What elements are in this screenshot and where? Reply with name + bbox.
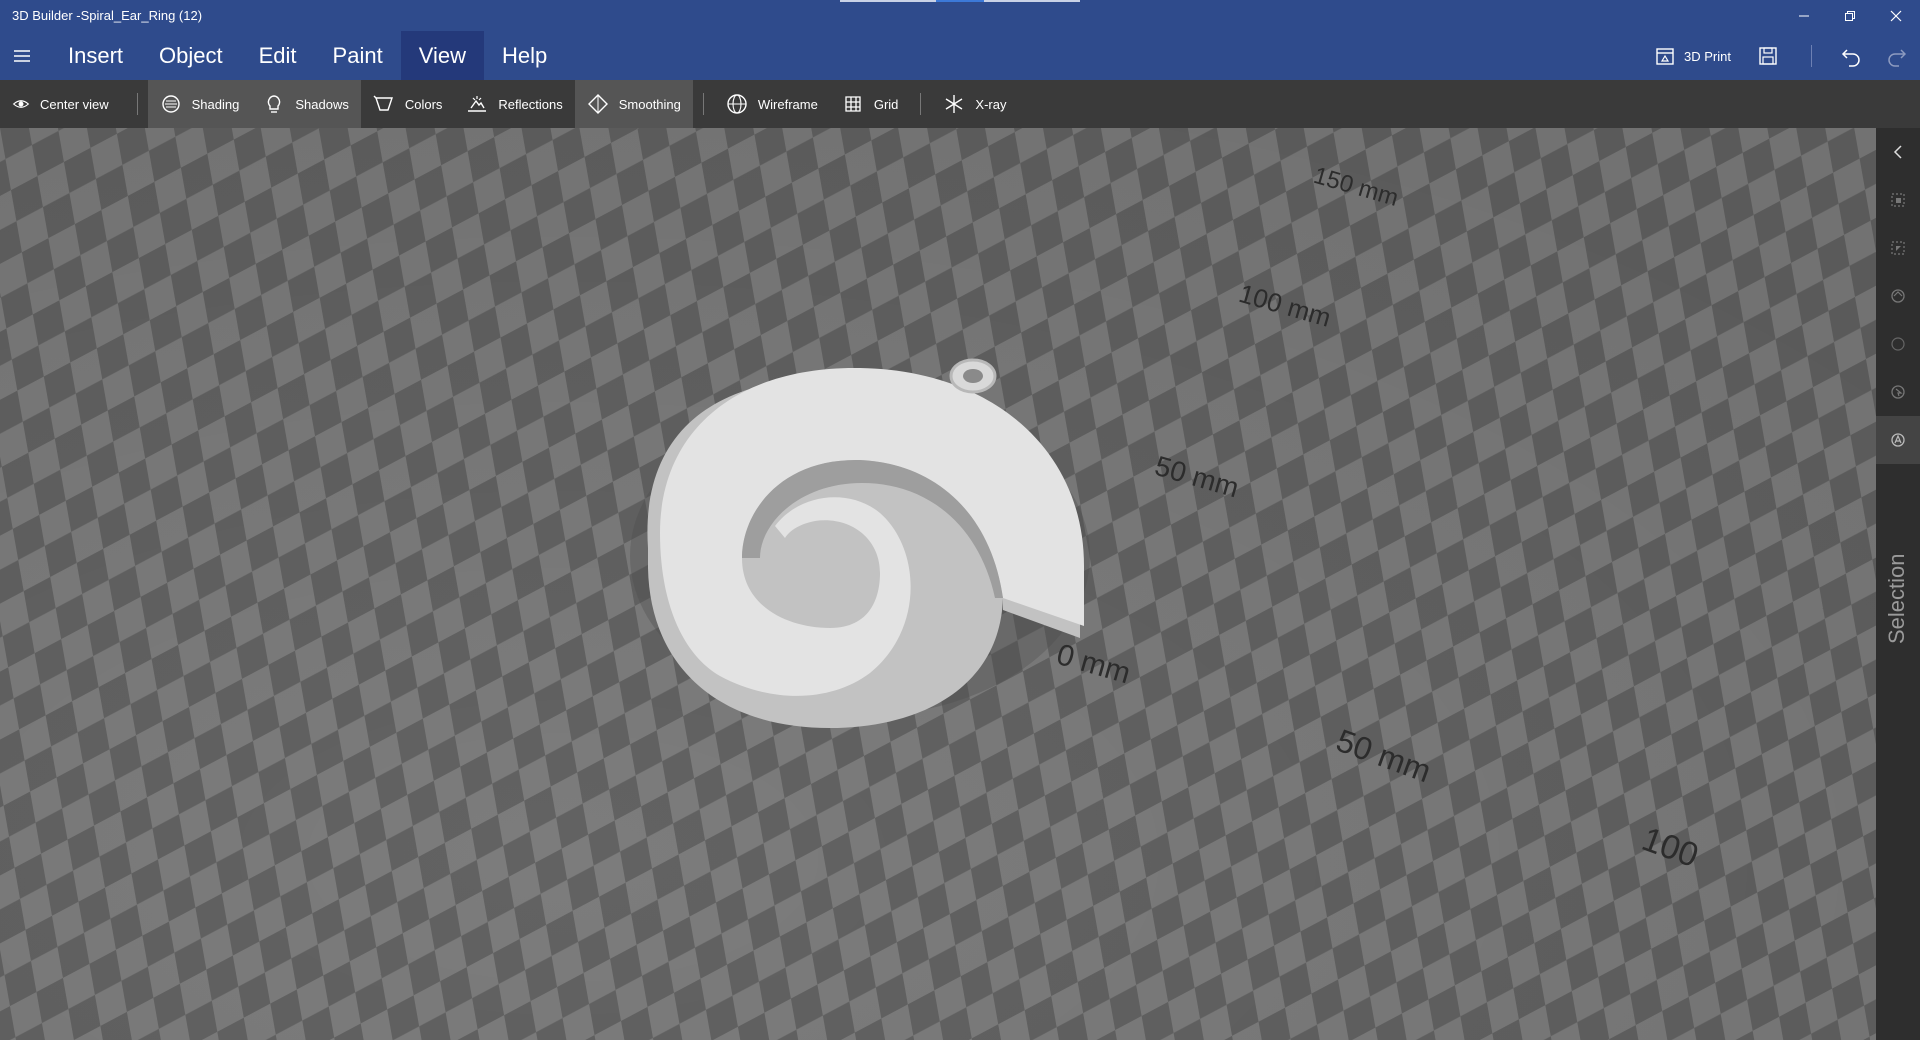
toolbar-divider	[702, 93, 704, 115]
reflections-label: Reflections	[498, 96, 563, 112]
loading-strip	[840, 0, 1080, 2]
selection-panel-button[interactable]	[1876, 416, 1920, 464]
menu-edit[interactable]: Edit	[241, 31, 315, 80]
center-view-label: Center view	[40, 96, 109, 112]
select-objects-icon	[1891, 193, 1905, 207]
grid-label: Grid	[873, 96, 899, 112]
grid-toggle[interactable]: Grid	[830, 80, 911, 128]
grid-icon	[845, 96, 861, 112]
reflections-toggle[interactable]: Reflections	[454, 80, 574, 128]
select-vertices-button[interactable]	[1876, 320, 1920, 368]
colors-label: Colors	[404, 96, 443, 112]
selection-icon	[1891, 433, 1905, 447]
select-edges-icon	[1891, 289, 1905, 303]
select-objects-button[interactable]	[1876, 176, 1920, 224]
shadows-toggle[interactable]: Shadows	[251, 80, 361, 128]
undo-icon	[1841, 49, 1860, 67]
main-menu: Insert Object Edit Paint View Help	[50, 31, 565, 80]
3d-print-icon	[1656, 48, 1674, 65]
shading-toggle[interactable]: Shading	[147, 80, 252, 128]
toolbar-divider	[136, 93, 138, 115]
redo-button[interactable]	[1886, 45, 1908, 67]
restore-button[interactable]	[1832, 4, 1868, 28]
undo-button[interactable]	[1840, 45, 1862, 67]
menu-paint[interactable]: Paint	[315, 31, 401, 80]
eye-icon	[12, 100, 30, 108]
colors-toggle[interactable]: Colors	[361, 80, 455, 128]
quick-actions: 3D Print	[1654, 36, 1920, 76]
title-bar: 3D Builder -Spiral_Ear_Ring (12) Insert …	[0, 0, 1920, 80]
reflections-icon	[468, 96, 487, 112]
window-title: 3D Builder -Spiral_Ear_Ring (12)	[12, 8, 203, 23]
close-button[interactable]	[1878, 4, 1914, 28]
minimize-icon	[1799, 15, 1809, 17]
smoothing-label: Smoothing	[618, 96, 681, 112]
xray-label: X-ray	[975, 96, 1007, 112]
3d-viewport[interactable]: 150 mm 100 mm 50 mm 0 mm 50 mm 100	[0, 128, 1876, 1040]
select-faces-button[interactable]	[1876, 224, 1920, 272]
side-panel: Selection	[1876, 128, 1920, 1040]
paint-bucket-icon	[373, 95, 393, 111]
smoothing-icon	[587, 94, 608, 114]
globe-icon	[727, 94, 747, 114]
shading-label: Shading	[191, 96, 240, 112]
circle-icon	[1891, 337, 1905, 351]
hamburger-menu-button[interactable]	[10, 46, 34, 66]
save-icon	[1759, 47, 1777, 65]
redo-icon	[1888, 49, 1907, 67]
close-icon	[1890, 10, 1902, 22]
menu-insert[interactable]: Insert	[50, 31, 141, 80]
restore-icon	[1845, 11, 1855, 21]
toolbar-divider	[920, 93, 922, 115]
menu-view[interactable]: View	[400, 31, 484, 80]
wireframe-label: Wireframe	[757, 96, 818, 112]
wireframe-toggle[interactable]: Wireframe	[714, 80, 830, 128]
build-plate[interactable]	[0, 128, 1876, 1040]
select-mode-button[interactable]	[1876, 368, 1920, 416]
xray-icon	[946, 95, 963, 113]
cursor-circle-icon	[1891, 385, 1905, 399]
collapse-panel-button[interactable]	[1876, 128, 1920, 176]
save-button[interactable]	[1757, 45, 1779, 67]
minimize-button[interactable]	[1786, 4, 1822, 28]
view-toolbar: Center view Shading Shadows Colors Refle…	[0, 80, 1920, 128]
menu-object[interactable]: Object	[141, 31, 241, 80]
hamburger-icon	[14, 50, 30, 62]
center-view-button[interactable]: Center view	[0, 80, 121, 128]
select-edges-button[interactable]	[1876, 272, 1920, 320]
selection-panel-label: Selection	[1884, 552, 1909, 644]
shadows-label: Shadows	[295, 96, 349, 112]
3d-print-button[interactable]: 3D Print	[1654, 45, 1731, 67]
3d-print-label: 3D Print	[1684, 48, 1731, 64]
shading-icon	[161, 95, 180, 113]
xray-toggle[interactable]: X-ray	[931, 80, 1018, 128]
chevron-left-icon	[1893, 145, 1902, 159]
smoothing-toggle[interactable]: Smoothing	[574, 80, 693, 128]
select-faces-icon	[1891, 241, 1905, 255]
lightbulb-icon	[268, 95, 281, 113]
menu-help[interactable]: Help	[484, 31, 565, 80]
